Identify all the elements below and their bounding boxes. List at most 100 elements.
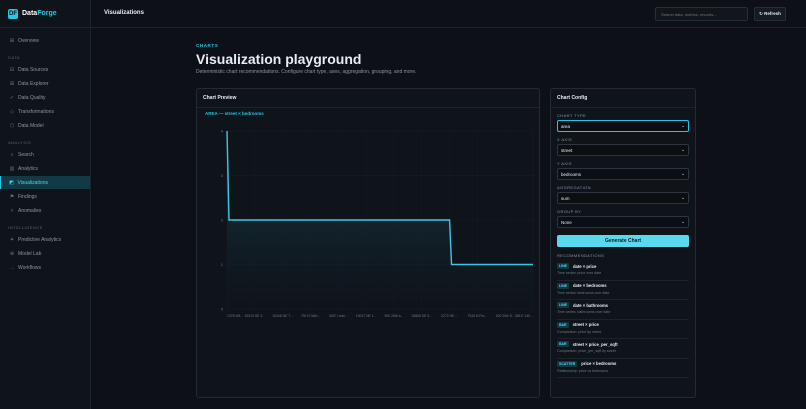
lab-icon: ⊕ (9, 250, 15, 257)
x-tick-label: 900 28th a... (384, 314, 403, 318)
chart-type-badge: BAR (557, 321, 569, 328)
sidebar-item-data-sources[interactable]: ⊟ Data Sources (0, 63, 90, 76)
sidebar-item-label: Workflows (18, 264, 41, 271)
sidebar-item-label: Data Model (18, 122, 44, 129)
nav-section-intelligence: INTELLIGENCE (8, 225, 43, 230)
x-tick-label: 2272 NE ... (441, 314, 458, 318)
search-input[interactable] (655, 7, 748, 21)
app-name-part: Data (22, 10, 38, 17)
sidebar-item-overview[interactable]: ⊞ Overview (0, 34, 90, 47)
select-value: area (561, 123, 571, 129)
x-tick-label: 7926 N For... (468, 314, 488, 318)
database-icon: ⊟ (9, 66, 15, 73)
sidebar-item-search[interactable]: ⌕ Search (0, 148, 90, 161)
generate-chart-button[interactable]: Generate Chart (557, 235, 689, 247)
sidebar-item-label: Data Explorer (18, 80, 49, 87)
sparkle-icon: ✦ (9, 236, 15, 243)
x-tick-label: 400 20th S... (496, 314, 515, 318)
app-name: DataForge (22, 10, 57, 17)
logo-mark-icon: DF (8, 8, 18, 19)
sidebar-item-label: Visualizations (17, 179, 48, 186)
grid-icon: ⊞ (9, 37, 15, 44)
recommendation-description: Relationship: price vs bedrooms (557, 368, 609, 373)
y-tick-label: 0 (221, 307, 224, 312)
bar-chart-icon: ▥ (9, 165, 15, 172)
recommendation-header: LINE date × bedrooms (557, 282, 689, 289)
sidebar-item-predictive-analytics[interactable]: ✦ Predictive Analytics (0, 233, 90, 246)
chart-type-badge: BAR (557, 341, 569, 347)
nav-section-data: DATA (8, 55, 21, 60)
recommendation-item[interactable]: BAR street × price_per_sqft Comparison: … (557, 339, 689, 359)
sidebar-item-visualizations[interactable]: ◩ Visualizations (0, 176, 90, 189)
recommendation-description: Time series: bathrooms over date (557, 310, 611, 314)
nav-section-analysis: ANALYSIS (8, 140, 32, 145)
recommendation-item[interactable]: BAR street × price Comparison: price by … (557, 320, 689, 339)
app-name-accent: Forge (37, 10, 57, 17)
chart-title: AREA — street × bedrooms (205, 111, 264, 116)
recommendation-header: SCATTER price × bedrooms (557, 360, 689, 367)
sidebar-item-analytics[interactable]: ▥ Analytics (0, 162, 90, 175)
app-logo[interactable]: DF DataForge (0, 0, 90, 28)
check-icon: ✓ (9, 94, 15, 101)
sidebar-item-label: Anomalies (18, 207, 42, 214)
recommendation-title: street × price (572, 322, 599, 327)
sidebar: DF DataForge ⊞ Overview DATA ⊟ Data Sour… (0, 0, 91, 409)
field-label: X AXIS (557, 137, 573, 142)
chevron-down-icon: ⌄ (681, 195, 685, 200)
group-by-select[interactable]: None ⌄ (557, 216, 689, 228)
panel-title: Chart Config (551, 89, 695, 108)
aggregation-select[interactable]: sum ⌄ (557, 192, 689, 204)
y-tick-label: 3 (221, 173, 224, 178)
recommendation-title: price × bedrooms (581, 361, 617, 366)
transform-icon: ◇ (10, 108, 14, 115)
top-bar: Visualizations ↻ Refresh (91, 0, 806, 28)
chevron-down-icon: ⌄ (681, 171, 685, 176)
x-tick-label: 355 E 140... (515, 314, 533, 318)
sidebar-item-workflows[interactable]: → Workflows (0, 261, 90, 274)
refresh-button[interactable]: ↻ Refresh (754, 7, 786, 21)
x-axis-group: X AXIS street ⌄ (551, 137, 695, 156)
sidebar-item-anomalies[interactable]: ⚡ Anomalies (0, 204, 90, 217)
x-tick-label: 15408 NE 7... (272, 314, 293, 318)
select-value: sum (561, 195, 570, 201)
y-tick-label: 4 (221, 129, 224, 134)
sidebar-item-transformations[interactable]: ◇ Transformations (0, 105, 90, 118)
x-axis-select[interactable]: street ⌄ (557, 144, 689, 156)
area-chart: 0 1 2 3 4 1378 Wil... 19024 SE 3... 15408 NE 7… (221, 129, 534, 318)
flag-icon: ⚑ (9, 193, 15, 200)
recommendation-description: Time series: bedrooms over date (557, 290, 610, 295)
sidebar-item-findings[interactable]: ⚑ Findings (0, 190, 90, 203)
page-title: Visualization playground (196, 51, 362, 67)
sidebar-item-data-explorer[interactable]: ⊞ Data Explorer (0, 77, 90, 90)
field-label: AGGREGATION (557, 185, 591, 190)
x-tick-label: 19047 NE 1... (356, 314, 377, 318)
recommendation-item[interactable]: SCATTER price × bedrooms Relationship: p… (557, 359, 689, 378)
recommendation-item[interactable]: LINE date × bathrooms Time series: bathr… (557, 300, 689, 320)
recommendation-description: Time series: price over date (557, 271, 602, 275)
aggregation-group: AGGREGATION sum ⌄ (551, 185, 695, 204)
table-icon: ⊞ (9, 80, 15, 87)
select-value: street (561, 147, 573, 153)
field-label: Y AXIS (557, 161, 573, 166)
recommendation-item[interactable]: LINE date × bedrooms Time series: bedroo… (557, 281, 689, 300)
chevron-down-icon: ⌄ (681, 147, 685, 152)
recommendations-title: RECOMMENDATIONS (557, 253, 605, 258)
panel-title: Chart Preview (197, 89, 539, 108)
y-axis-select[interactable]: bedrooms ⌄ (557, 168, 689, 180)
recommendation-title: date × bathrooms (572, 302, 609, 308)
recommendation-item[interactable]: LINE date × price Time series: price ove… (557, 261, 689, 281)
sidebar-item-data-quality[interactable]: ✓ Data Quality (0, 91, 90, 104)
main-content: CHARTS Visualization playground Determin… (91, 28, 806, 409)
chart-type-badge: LINE (557, 263, 569, 269)
sidebar-item-model-lab[interactable]: ⊕ Model Lab (0, 247, 90, 260)
chart-icon: ◩ (9, 179, 14, 186)
page-description: Deterministic chart recommendations. Con… (196, 69, 417, 75)
sidebar-item-label: Data Quality (18, 94, 46, 101)
chart-type-select[interactable]: area ⌄ (557, 120, 689, 132)
recommendation-header: LINE date × bathrooms (557, 302, 689, 308)
page-eyebrow: CHARTS (196, 43, 219, 48)
sidebar-item-data-model[interactable]: ⬡ Data Model (0, 119, 90, 132)
y-tick-label: 1 (221, 262, 224, 267)
lightning-icon: ⚡ (10, 207, 14, 214)
chart-preview-panel: Chart Preview AREA — street × bedrooms 0… (196, 88, 540, 398)
